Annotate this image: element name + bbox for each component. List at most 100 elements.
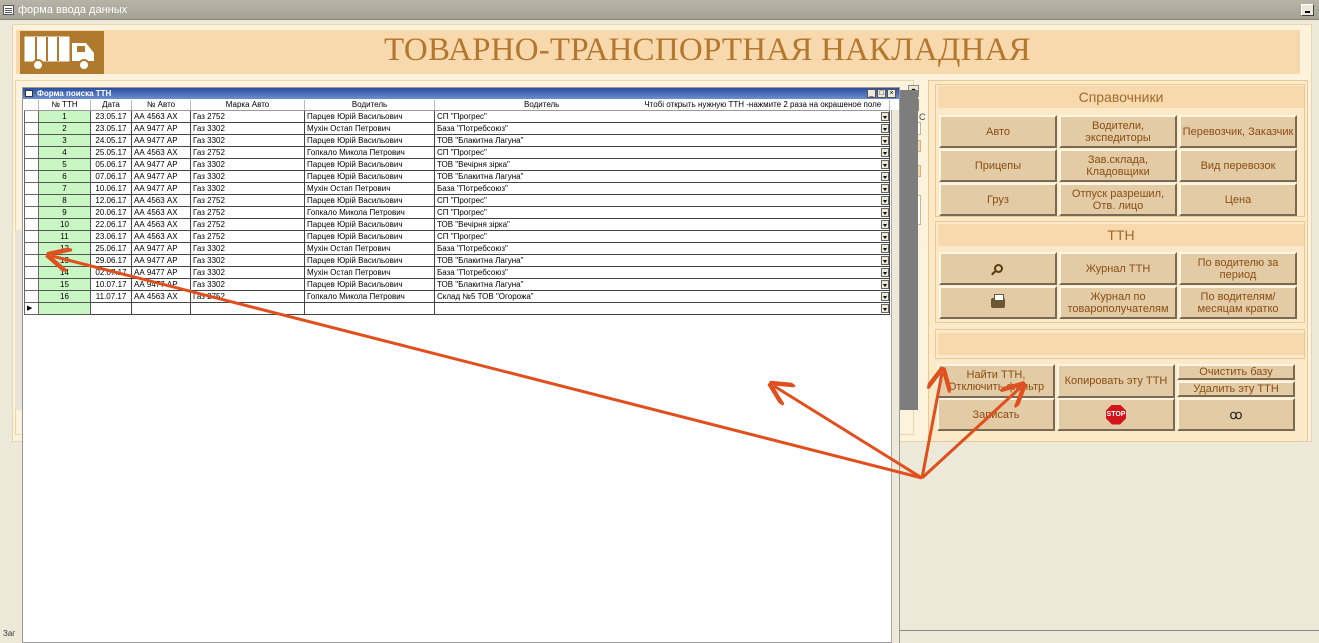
row-selector[interactable] (24, 145, 39, 159)
ttn-number-cell[interactable]: 16 (38, 289, 91, 303)
consignee-cell[interactable]: СП "Прогрес" (434, 205, 890, 219)
dropdown-arrow-icon[interactable] (881, 291, 889, 301)
ttn-number-cell[interactable] (38, 301, 91, 315)
dropdown-arrow-icon[interactable] (881, 207, 889, 217)
row-selector[interactable] (24, 253, 39, 267)
dropdown-arrow-icon[interactable] (881, 231, 889, 241)
column-header[interactable]: Марка Авто (190, 100, 305, 111)
row-selector[interactable] (24, 109, 39, 123)
dropdown-arrow-icon[interactable] (881, 219, 889, 229)
dropdown-arrow-icon[interactable] (881, 255, 889, 265)
delete-ttn-button[interactable]: Удалить эту ТТН (1177, 381, 1295, 397)
driver-period-button[interactable]: По водителю за период (1179, 252, 1297, 285)
consignee-cell[interactable]: База "Потребсоюз" (434, 265, 890, 279)
consignee-cell[interactable]: СП "Прогрес" (434, 193, 890, 207)
consignee-cell[interactable]: СП "Прогрес" (434, 145, 890, 159)
consignee-cell[interactable]: ТОВ "Блакитна Лагуна" (434, 133, 890, 147)
stop-button[interactable]: STOP (1057, 398, 1175, 431)
trailers-button[interactable]: Прицепы (939, 149, 1057, 182)
ttn-number-cell[interactable]: 9 (38, 205, 91, 219)
table-row[interactable]: 9 20.06.17 АА 4563 АХ Газ 2752 Гопкало Микол… (24, 205, 890, 219)
find-ttn-button[interactable]: Найти ТТН, Отключить фильтр (937, 364, 1055, 398)
avto-button[interactable]: Авто (939, 115, 1057, 148)
ttn-number-cell[interactable]: 1 (38, 109, 91, 123)
dropdown-arrow-icon[interactable] (881, 171, 889, 181)
table-row[interactable]: 6 07.06.17 АА 9477 АР Газ 3302 Парцев Юрій В… (24, 169, 890, 183)
consignee-cell[interactable]: Склад №5 ТОВ "Огорожа" (434, 289, 890, 303)
row-selector[interactable] (24, 133, 39, 147)
ttn-number-cell[interactable]: 12 (38, 241, 91, 255)
row-selector[interactable] (24, 121, 39, 135)
row-selector[interactable] (24, 169, 39, 183)
table-row[interactable]: 1 23.05.17 АА 4563 АХ Газ 2752 Парцев Юрій В… (24, 109, 890, 123)
grid-scrollbar[interactable] (891, 110, 899, 643)
ttn-number-cell[interactable]: 3 (38, 133, 91, 147)
table-row[interactable]: 8 12.06.17 АА 4563 АХ Газ 2752 Парцев Юрій В… (24, 193, 890, 207)
table-row[interactable]: 2 23.05.17 АА 9477 АР Газ 3302 Мухін Остап П… (24, 121, 890, 135)
table-row[interactable]: 15 10.07.17 АА 9477 АР Газ 3302 Парцев Юрій … (24, 277, 890, 291)
row-selector[interactable] (24, 277, 39, 291)
new-record-row[interactable]: ▶ (24, 301, 890, 315)
price-button[interactable]: Цена (1179, 183, 1297, 216)
consignee-cell[interactable]: ТОВ "Вечірня зірка" (434, 157, 890, 171)
ttn-number-cell[interactable]: 10 (38, 217, 91, 231)
ttn-number-cell[interactable]: 11 (38, 229, 91, 243)
row-selector[interactable] (24, 265, 39, 279)
table-row[interactable]: 3 24.05.17 АА 9477 АР Газ 3302 Парцев Юрій В… (24, 133, 890, 147)
copy-ttn-button[interactable]: Копировать эту ТТН (1057, 364, 1175, 398)
row-selector[interactable] (24, 181, 39, 195)
dropdown-arrow-icon[interactable] (881, 111, 889, 121)
ttn-number-cell[interactable]: 7 (38, 181, 91, 195)
dropdown-arrow-icon[interactable] (881, 135, 889, 145)
dropdown-arrow-icon[interactable] (881, 243, 889, 253)
row-selector[interactable] (24, 157, 39, 171)
row-selector[interactable] (24, 217, 39, 231)
binoculars-button[interactable]: ꝏ (1177, 398, 1295, 431)
dropdown-arrow-icon[interactable] (881, 123, 889, 133)
consignee-cell[interactable]: СП "Прогрес" (434, 109, 890, 123)
table-row[interactable]: 12 25.06.17 АА 9477 АР Газ 3302 Мухін Остап … (24, 241, 890, 255)
ttn-number-cell[interactable]: 14 (38, 265, 91, 279)
consignee-cell[interactable]: База "Потребсоюз" (434, 181, 890, 195)
auto-model-cell[interactable] (190, 301, 305, 315)
driver-cell[interactable] (304, 301, 435, 315)
release-authorized-button[interactable]: Отпуск разрешил, Отв. лицо (1059, 183, 1177, 216)
column-header[interactable]: Дата (90, 100, 132, 111)
background-form-scrollbar[interactable] (900, 90, 918, 410)
consignee-cell[interactable]: ТОВ "Блакитна Лагуна" (434, 253, 890, 267)
drivers-button[interactable]: Водители, экспедиторы (1059, 115, 1177, 148)
date-cell[interactable] (90, 301, 132, 315)
ttn-number-cell[interactable]: 13 (38, 253, 91, 267)
close-icon[interactable]: × (887, 89, 896, 98)
row-selector[interactable] (24, 241, 39, 255)
ttn-number-cell[interactable]: 5 (38, 157, 91, 171)
ttn-number-cell[interactable]: 8 (38, 193, 91, 207)
table-row[interactable]: 13 29.06.17 АА 9477 АР Газ 3302 Парцев Юрій … (24, 253, 890, 267)
ttn-number-cell[interactable]: 2 (38, 121, 91, 135)
minimize-icon[interactable]: _ (867, 89, 876, 98)
dropdown-arrow-icon[interactable] (881, 303, 889, 313)
transport-type-button[interactable]: Вид перевозок (1179, 149, 1297, 182)
dropdown-arrow-icon[interactable] (881, 279, 889, 289)
ttn-number-cell[interactable]: 6 (38, 169, 91, 183)
ttn-number-cell[interactable]: 4 (38, 145, 91, 159)
consignee-cell[interactable]: ТОВ "Блакитна Лагуна" (434, 169, 890, 183)
column-header[interactable]: № ТТН (38, 100, 91, 111)
dropdown-arrow-icon[interactable] (881, 183, 889, 193)
consignee-journal-button[interactable]: Журнал по товарополучателям (1059, 286, 1177, 319)
drivers-months-button[interactable]: По водителям/ месяцам кратко (1179, 286, 1297, 319)
ttn-number-cell[interactable]: 15 (38, 277, 91, 291)
table-row[interactable]: 5 05.06.17 АА 9477 АР Газ 3302 Парцев Юрій В… (24, 157, 890, 171)
column-header[interactable]: № Авто (131, 100, 191, 111)
consignee-cell[interactable]: База "Потребсоюз" (434, 121, 890, 135)
dropdown-arrow-icon[interactable] (881, 147, 889, 157)
column-header[interactable]: Водитель Чтобі открыть нужную ТТН -нажмит… (434, 100, 890, 111)
table-row[interactable]: 4 25.05.17 АА 4563 АХ Газ 2752 Гопкало Микол… (24, 145, 890, 159)
table-row[interactable]: 10 22.06.17 АА 4563 АХ Газ 2752 Парцев Юрій … (24, 217, 890, 231)
consignee-cell[interactable]: ТОВ "Вечірня зірка" (434, 217, 890, 231)
carrier-customer-button[interactable]: Перевозчик, Заказчик (1179, 115, 1297, 148)
consignee-cell[interactable] (434, 301, 890, 315)
consignee-cell[interactable]: База "Потребсоюз" (434, 241, 890, 255)
minimize-button[interactable] (1301, 4, 1314, 16)
maximize-icon[interactable]: □ (877, 89, 886, 98)
